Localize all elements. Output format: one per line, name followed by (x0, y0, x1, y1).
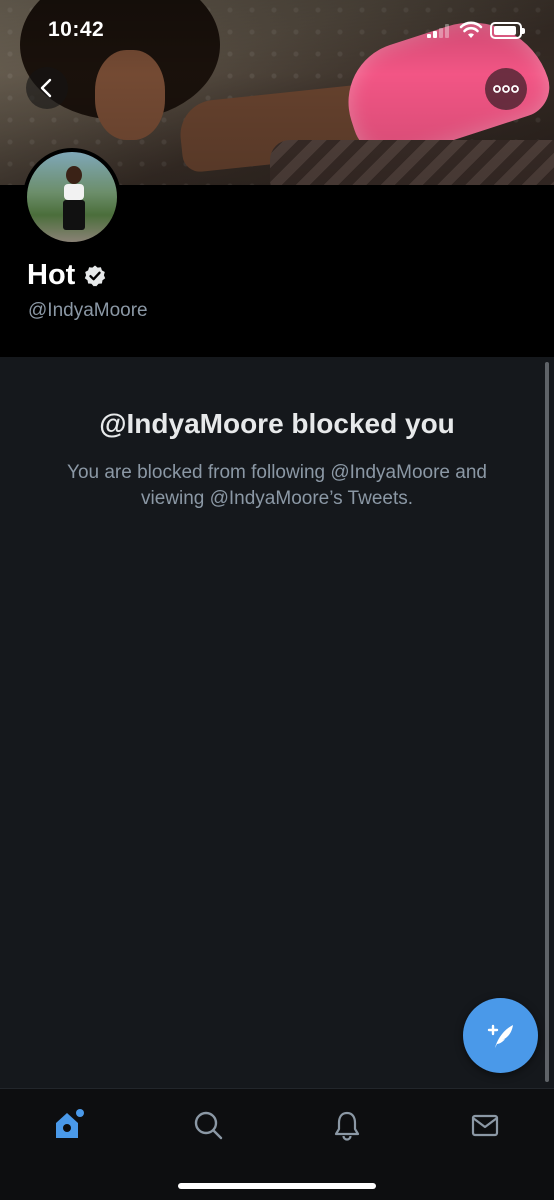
avatar[interactable] (23, 148, 121, 246)
scrollbar[interactable] (545, 362, 549, 1082)
more-options-button[interactable] (485, 68, 527, 110)
wifi-icon (459, 21, 483, 38)
tab-home[interactable] (44, 1105, 94, 1145)
cellular-signal-icon (427, 24, 449, 38)
compose-tweet-icon (487, 1024, 513, 1048)
blocked-title: @IndyaMoore blocked you (99, 408, 455, 439)
tab-messages[interactable] (460, 1105, 510, 1145)
chevron-left-icon (40, 78, 52, 98)
profile-handle: @IndyaMoore (28, 300, 148, 321)
profile-display-name: Hot (27, 259, 107, 292)
status-bar: 10:42 (0, 0, 554, 60)
more-horizontal-icon (493, 85, 519, 93)
home-indicator[interactable] (178, 1183, 376, 1189)
avatar-person (61, 166, 87, 236)
battery-icon (490, 22, 525, 39)
search-icon (194, 1111, 223, 1140)
compose-tweet-button[interactable] (463, 998, 538, 1073)
tab-search[interactable] (183, 1105, 233, 1145)
verified-badge-icon (85, 265, 106, 286)
mail-icon (471, 1114, 499, 1137)
back-button[interactable] (26, 67, 68, 109)
display-name-text: Hot (27, 259, 76, 291)
tab-notifications[interactable] (322, 1105, 372, 1145)
status-time: 10:42 (48, 18, 105, 41)
bell-icon (334, 1111, 360, 1141)
home-icon (56, 1109, 84, 1138)
blocked-message: You are blocked from following @IndyaMoo… (67, 462, 487, 509)
